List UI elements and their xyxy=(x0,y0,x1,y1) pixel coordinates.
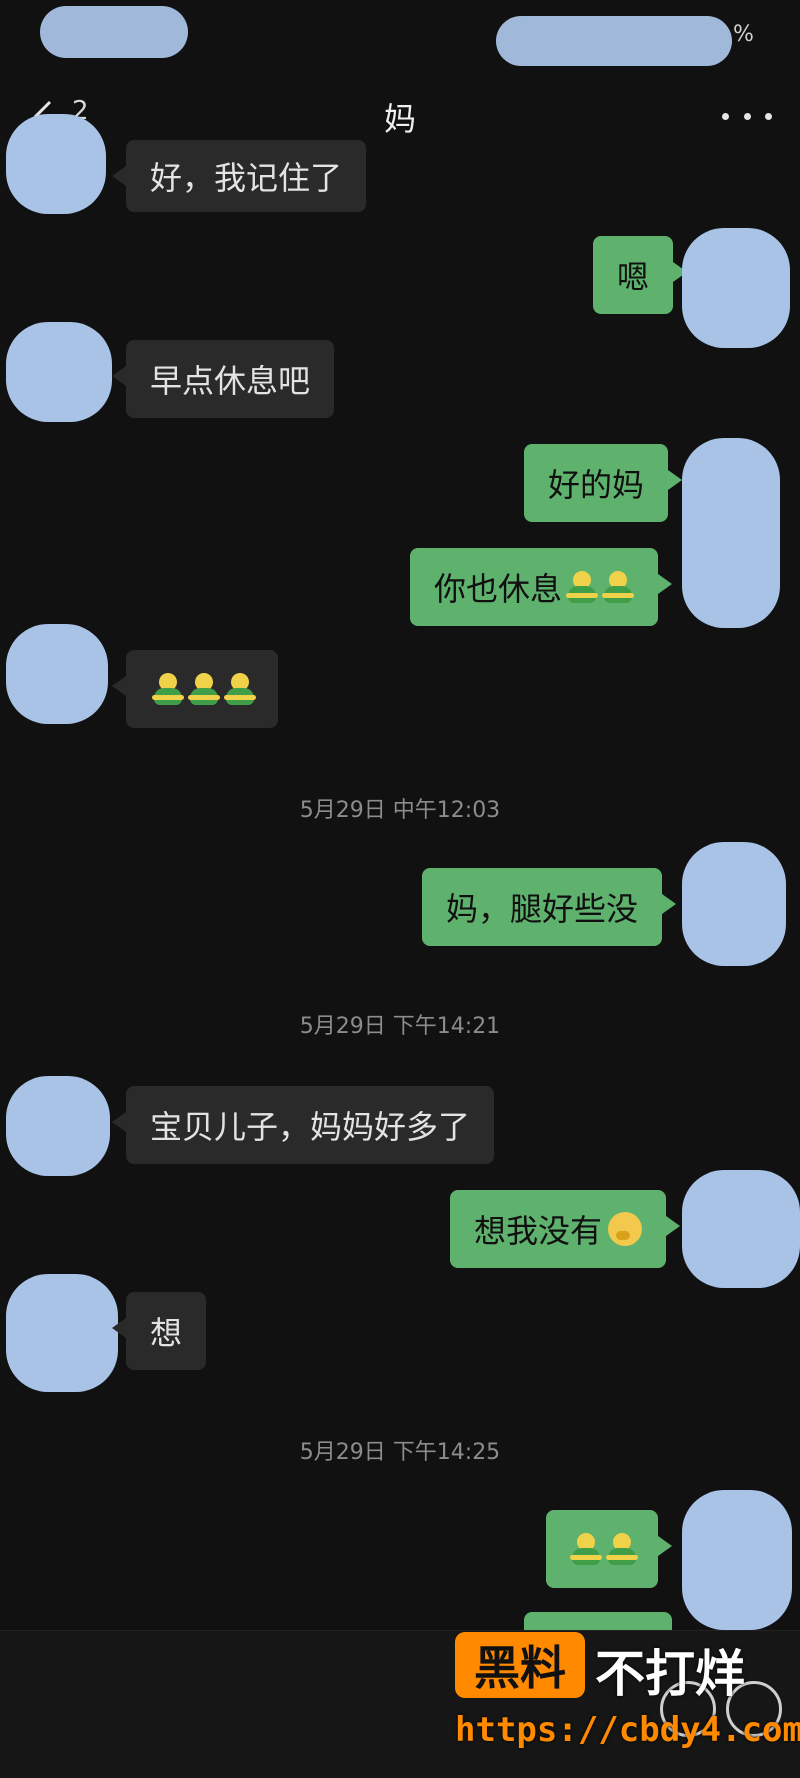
watermark: 黑料 不打烊 https://cbdy4.com xyxy=(455,1632,800,1767)
timestamp: 5月29日 下午14:21 xyxy=(299,1014,501,1039)
timestamp: 5月29日 中午12:03 xyxy=(299,798,501,823)
hug-emoji-icon xyxy=(570,1533,602,1565)
thinking-emoji-icon xyxy=(608,1212,643,1246)
status-bar: % xyxy=(0,0,800,80)
message-bubble[interactable]: 妈，腿好些没 xyxy=(422,868,677,946)
hug-emoji-icon xyxy=(602,571,635,603)
hug-emoji-icon xyxy=(606,1533,638,1565)
timestamp: 5月29日 下午14:25 xyxy=(299,1440,501,1465)
message-text: 好的妈 xyxy=(548,466,645,504)
watermark-logo-box: 黑料 xyxy=(455,1632,585,1698)
more-button[interactable] xyxy=(722,104,772,128)
watermark-text: 不打烊 xyxy=(595,1646,745,1702)
hug-emoji-icon xyxy=(566,571,599,603)
avatar[interactable] xyxy=(682,438,780,628)
message-text: 想 xyxy=(150,1314,183,1352)
message-bubble[interactable]: 嗯 xyxy=(593,236,688,314)
message-list[interactable]: 好，我记住了 嗯 早点休息吧 好的妈 你也休息 5月29日 中午12:03 妈，… xyxy=(0,114,800,1672)
avatar[interactable] xyxy=(6,114,106,214)
message-text: 嗯 xyxy=(617,258,650,296)
message-bubble[interactable]: 好的妈 xyxy=(524,444,683,522)
message-bubble[interactable]: 想 xyxy=(111,1292,207,1370)
avatar[interactable] xyxy=(6,322,112,422)
more-dots-icon xyxy=(722,112,729,120)
message-bubble[interactable]: 早点休息吧 xyxy=(111,340,335,418)
message-bubble[interactable] xyxy=(546,1510,672,1588)
battery-percent: % xyxy=(733,22,754,47)
message-bubble[interactable]: 宝贝儿子，妈妈好多了 xyxy=(111,1086,495,1164)
chat-title: 妈 xyxy=(383,100,416,138)
watermark-url: https://cbdy4.com xyxy=(455,1710,800,1750)
hug-emoji-icon xyxy=(152,673,184,705)
avatar[interactable] xyxy=(682,842,786,966)
hug-emoji-icon xyxy=(188,673,220,705)
message-text: 妈，腿好些没 xyxy=(446,890,639,928)
message-bubble[interactable]: 你也休息 xyxy=(410,548,673,626)
chat-header: 2 妈 xyxy=(0,80,800,150)
redaction-scribble xyxy=(496,16,732,66)
message-text: 好，我记住了 xyxy=(150,159,343,197)
message-text: 宝贝儿子，妈妈好多了 xyxy=(150,1108,471,1146)
avatar[interactable] xyxy=(6,624,108,724)
message-text: 你也休息 xyxy=(434,570,563,608)
message-text: 想我没有 xyxy=(474,1212,603,1250)
message-bubble[interactable] xyxy=(112,650,278,728)
avatar[interactable] xyxy=(682,1490,792,1630)
avatar[interactable] xyxy=(682,1170,800,1288)
message-bubble[interactable]: 好，我记住了 xyxy=(111,140,367,212)
hug-emoji-icon xyxy=(224,673,256,705)
redaction-scribble xyxy=(40,6,188,58)
avatar[interactable] xyxy=(682,228,790,348)
message-bubble[interactable]: 想我没有 xyxy=(450,1190,681,1268)
avatar[interactable] xyxy=(6,1274,118,1392)
message-text: 早点休息吧 xyxy=(150,362,311,400)
avatar[interactable] xyxy=(6,1076,110,1176)
